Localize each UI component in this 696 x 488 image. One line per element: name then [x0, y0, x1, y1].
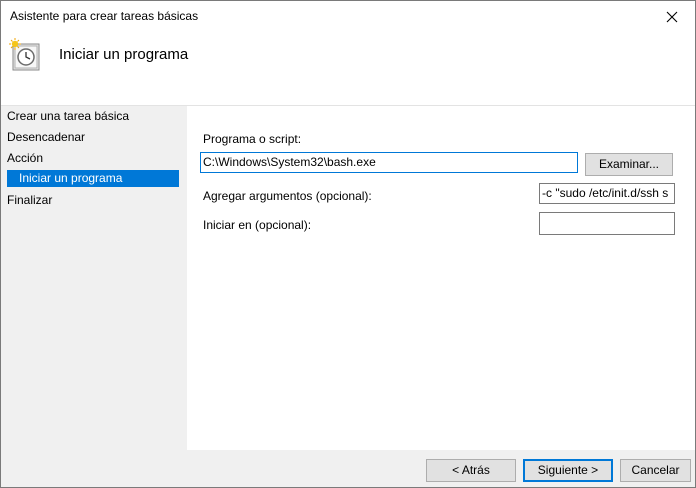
step-accion[interactable]: Acción: [7, 150, 43, 167]
cancel-button[interactable]: Cancelar: [620, 459, 691, 482]
step-desencadenar[interactable]: Desencadenar: [7, 129, 85, 146]
start-in-input[interactable]: [539, 212, 675, 235]
title-bar: Asistente para crear tareas básicas: [1, 1, 695, 32]
clock-task-icon: [9, 38, 40, 71]
args-label: Agregar argumentos (opcional):: [203, 189, 372, 203]
page-title: Iniciar un programa: [59, 46, 189, 63]
close-button[interactable]: [649, 1, 695, 32]
close-icon: [666, 11, 678, 22]
next-button[interactable]: Siguiente >: [523, 459, 613, 482]
wizard-steps: Crear una tarea básica Desencadenar Acci…: [1, 106, 186, 487]
wizard-footer: < Atrás Siguiente > Cancelar: [1, 450, 695, 487]
step-finalizar[interactable]: Finalizar: [7, 192, 52, 209]
step-iniciar-programa[interactable]: Iniciar un programa: [7, 170, 179, 187]
start-in-label: Iniciar en (opcional):: [203, 218, 312, 232]
window-title: Asistente para crear tareas básicas: [10, 9, 199, 23]
wizard-header: Iniciar un programa: [1, 32, 695, 106]
program-label: Programa o script:: [203, 132, 302, 146]
step-crear-tarea[interactable]: Crear una tarea básica: [7, 108, 129, 125]
browse-button[interactable]: Examinar...: [585, 153, 673, 176]
back-button[interactable]: < Atrás: [426, 459, 516, 482]
program-input[interactable]: C:\Windows\System32\bash.exe: [200, 152, 578, 173]
wizard-window: Asistente para crear tareas básicas Inic…: [0, 0, 696, 488]
wizard-content: Programa o script: C:\Windows\System32\b…: [187, 106, 695, 450]
args-input[interactable]: -c "sudo /etc/init.d/ssh s: [539, 183, 675, 204]
